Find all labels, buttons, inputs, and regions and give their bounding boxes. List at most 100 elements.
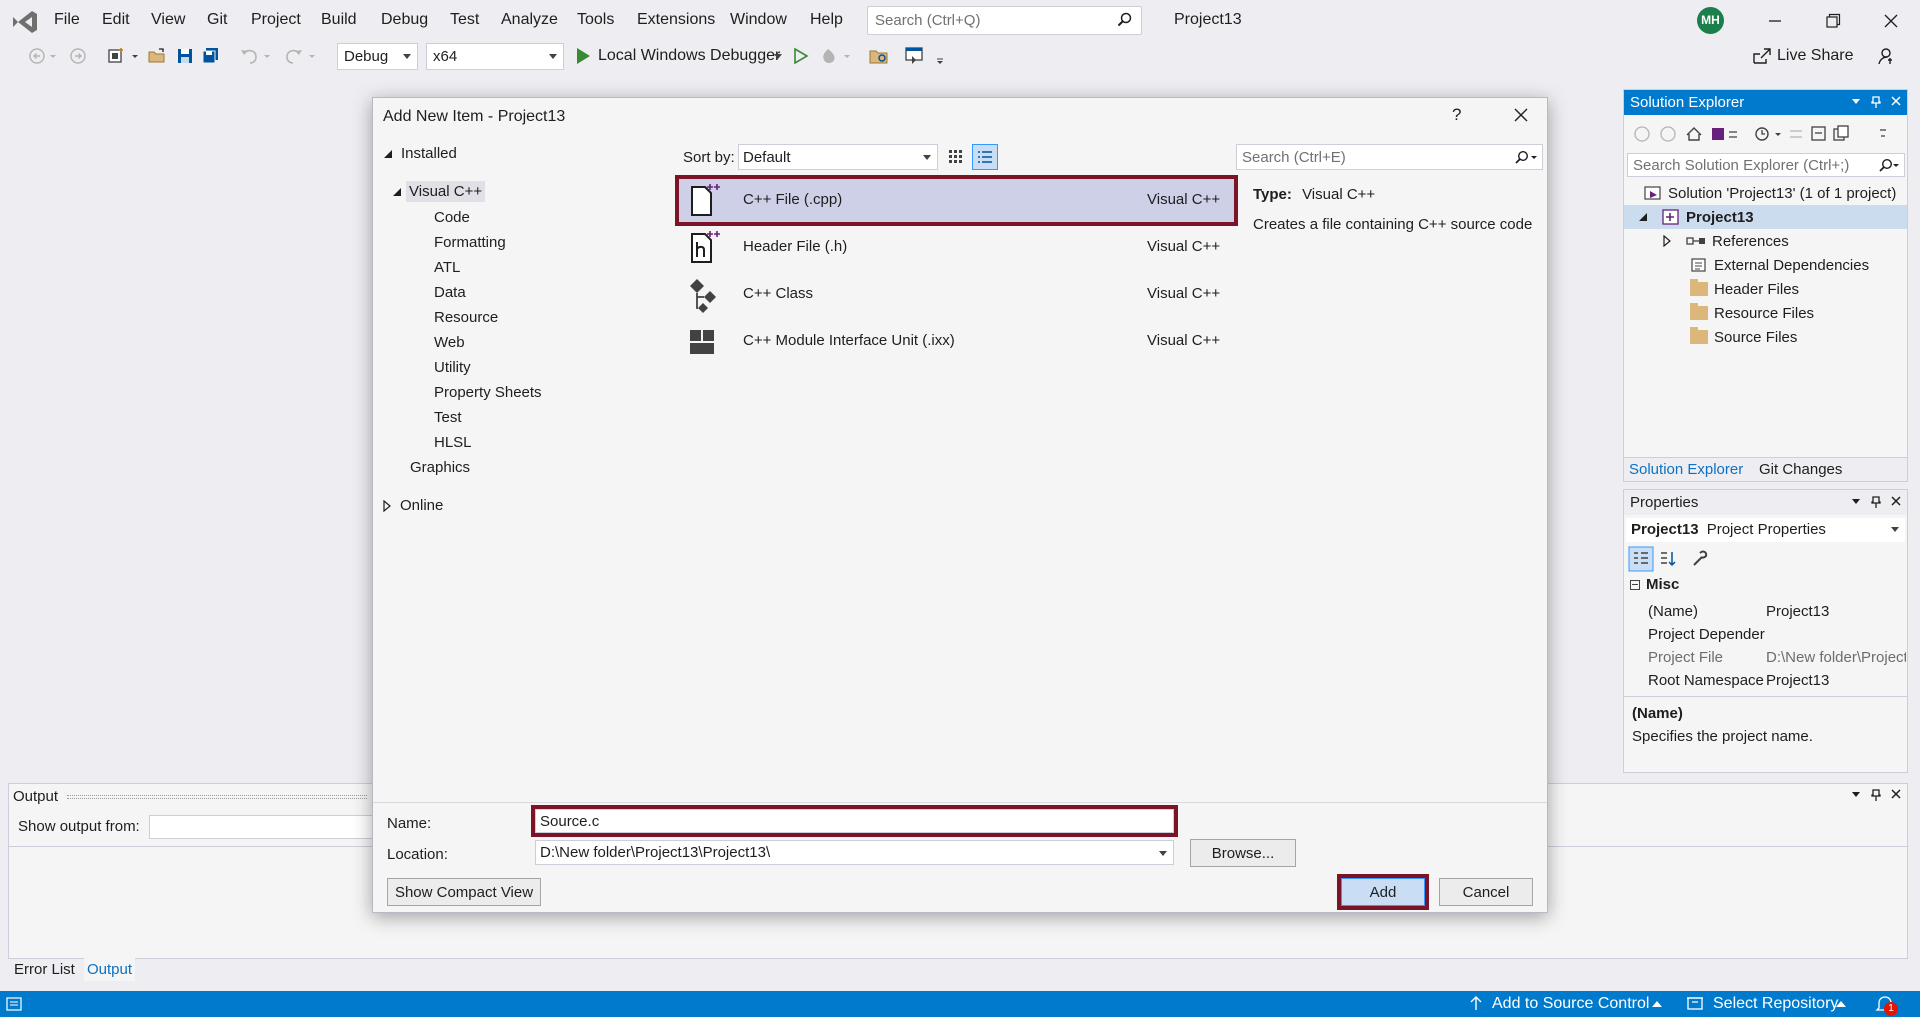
feedback-icon[interactable] [1875, 46, 1895, 66]
run-target-chevron-down-icon[interactable] [774, 54, 782, 59]
browse-button[interactable]: Browse... [1190, 839, 1296, 867]
navigate-forward-icon[interactable] [68, 46, 88, 66]
add-to-source-control-button[interactable]: Add to Source Control [1492, 995, 1649, 1013]
cancel-button[interactable]: Cancel [1439, 878, 1533, 906]
menu-edit[interactable]: Edit [102, 11, 130, 29]
tab-error-list[interactable]: Error List [14, 961, 75, 978]
external-dependencies-node[interactable]: External Dependencies [1690, 253, 1869, 277]
menu-help[interactable]: Help [810, 11, 843, 29]
category-web[interactable]: Web [434, 334, 465, 351]
misc-category[interactable]: Misc [1630, 576, 1679, 593]
category-utility[interactable]: Utility [434, 359, 471, 376]
property-row-root-namespace[interactable]: Root Namespace Project13 [1624, 669, 1907, 692]
category-resource[interactable]: Resource [434, 309, 498, 326]
category-code[interactable]: Code [434, 209, 470, 226]
menu-debug[interactable]: Debug [381, 11, 428, 29]
sort-by-dropdown[interactable]: Default [738, 144, 938, 170]
location-dropdown[interactable]: D:\New folder\Project13\Project13\ [535, 840, 1174, 865]
category-graphics[interactable]: Graphics [410, 459, 470, 476]
close-icon[interactable] [1891, 96, 1901, 108]
save-all-icon[interactable] [201, 46, 221, 66]
undo-icon[interactable] [238, 46, 274, 66]
browse-folder-icon[interactable] [868, 46, 890, 66]
menu-window[interactable]: Window [730, 11, 787, 29]
project-node[interactable]: Project13 [1624, 205, 1907, 229]
installed-node[interactable]: Installed [383, 145, 457, 162]
minimize-icon[interactable] [1763, 10, 1787, 32]
menu-analyze[interactable]: Analyze [501, 11, 558, 29]
tab-output[interactable]: Output [84, 958, 136, 981]
close-icon[interactable] [1891, 496, 1901, 508]
save-icon[interactable] [175, 46, 195, 66]
new-item-icon[interactable] [106, 46, 142, 66]
navigate-back-icon[interactable] [28, 46, 58, 66]
menu-test[interactable]: Test [450, 11, 479, 29]
menu-extensions[interactable]: Extensions [637, 11, 715, 29]
resource-files-node[interactable]: Resource Files [1690, 301, 1814, 325]
output-source-dropdown[interactable] [149, 815, 379, 839]
account-avatar[interactable]: MH [1697, 7, 1724, 34]
header-files-node[interactable]: Header Files [1690, 277, 1799, 301]
tab-solution-explorer[interactable]: Solution Explorer [1629, 461, 1743, 478]
properties-object-dropdown[interactable]: Project13 Project Properties [1626, 518, 1905, 542]
template-search-input[interactable]: Search (Ctrl+E) [1236, 144, 1543, 170]
tab-git-changes[interactable]: Git Changes [1759, 461, 1842, 478]
template-cpp-class[interactable]: C++ Class Visual C++ [677, 271, 1236, 318]
output-status-icon[interactable] [6, 996, 22, 1012]
menu-file[interactable]: File [54, 11, 80, 29]
menu-git[interactable]: Git [207, 11, 227, 29]
chevron-down-icon[interactable] [1851, 496, 1861, 508]
solution-node[interactable]: Solution 'Project13' (1 of 1 project) [1644, 181, 1896, 205]
pin-icon[interactable] [1871, 789, 1881, 801]
solution-platform-dropdown[interactable]: x64 [426, 43, 564, 70]
references-node[interactable]: References [1662, 229, 1789, 253]
category-atl[interactable]: ATL [434, 259, 460, 276]
category-hlsl[interactable]: HLSL [434, 434, 472, 451]
close-icon[interactable] [1513, 107, 1529, 123]
properties-titlebar[interactable]: Properties [1624, 490, 1907, 515]
start-debugging-button[interactable]: Local Windows Debugger [598, 47, 780, 65]
chevron-down-icon[interactable] [1851, 789, 1861, 801]
hot-reload-icon[interactable] [818, 46, 854, 66]
menu-tools[interactable]: Tools [577, 11, 614, 29]
category-property-sheets[interactable]: Property Sheets [434, 384, 542, 401]
menu-project[interactable]: Project [251, 11, 301, 29]
close-icon[interactable] [1891, 789, 1901, 801]
solution-configuration-dropdown[interactable]: Debug [337, 43, 418, 70]
medium-icons-view-button[interactable] [943, 144, 969, 170]
visual-cpp-node[interactable]: Visual C++ [392, 181, 486, 202]
category-test[interactable]: Test [434, 409, 462, 426]
help-button[interactable]: ? [1452, 105, 1461, 125]
select-repository-button[interactable]: Select Repository [1713, 995, 1838, 1013]
pin-icon[interactable] [1871, 96, 1881, 108]
close-window-icon[interactable] [1879, 10, 1903, 32]
global-search-box[interactable]: Search (Ctrl+Q) [867, 6, 1142, 35]
solution-explorer-search-input[interactable]: Search Solution Explorer (Ctrl+;) [1627, 153, 1905, 177]
live-share-icon[interactable] [1752, 47, 1772, 65]
open-file-icon[interactable] [147, 46, 167, 66]
list-view-button[interactable] [972, 144, 998, 170]
property-row-project-dependencies[interactable]: Project Depender [1624, 623, 1907, 646]
menu-view[interactable]: View [151, 11, 185, 29]
source-files-node[interactable]: Source Files [1690, 325, 1797, 349]
property-row-name[interactable]: (Name) Project13 [1624, 600, 1907, 623]
template-cpp-module-interface-unit[interactable]: C++ Module Interface Unit (.ixx) Visual … [677, 318, 1236, 365]
chevron-up-icon[interactable] [1836, 1001, 1846, 1007]
redo-icon[interactable] [283, 46, 319, 66]
online-node[interactable]: Online [383, 497, 443, 514]
window-layout-icon[interactable] [904, 46, 944, 68]
start-without-debugging-icon[interactable] [792, 47, 810, 65]
template-header-file[interactable]: Header File (.h) Visual C++ [677, 224, 1236, 271]
menu-build[interactable]: Build [321, 11, 357, 29]
category-formatting[interactable]: Formatting [434, 234, 506, 251]
chevron-down-icon[interactable] [1851, 96, 1861, 108]
start-debugging-icon[interactable] [574, 47, 592, 65]
solution-explorer-titlebar[interactable]: Solution Explorer [1624, 90, 1907, 115]
restore-icon[interactable] [1821, 10, 1845, 32]
property-row-project-file[interactable]: Project File D:\New folder\Project [1624, 646, 1907, 669]
show-compact-view-button[interactable]: Show Compact View [387, 878, 541, 906]
live-share-button[interactable]: Live Share [1777, 47, 1854, 65]
pin-icon[interactable] [1871, 496, 1881, 508]
category-data[interactable]: Data [434, 284, 466, 301]
chevron-up-icon[interactable] [1652, 1001, 1662, 1007]
